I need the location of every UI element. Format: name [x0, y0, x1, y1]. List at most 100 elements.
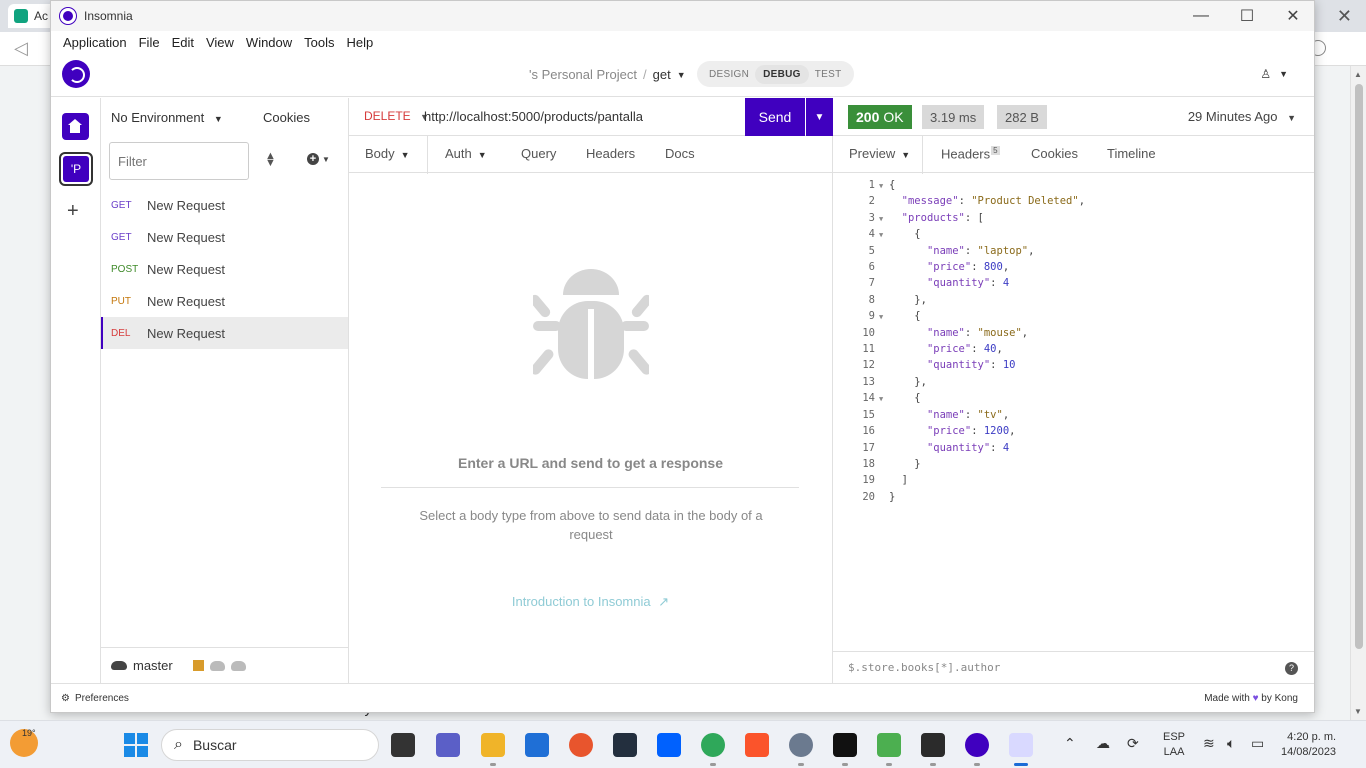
send-button[interactable]: Send — [745, 98, 805, 136]
browser-scrollbar[interactable]: ▲ ▼ — [1350, 66, 1366, 720]
project-badge: 'P — [63, 156, 89, 182]
create-request-button[interactable]: + ▼ — [307, 153, 330, 165]
pycharm-icon[interactable] — [833, 733, 857, 757]
edge-icon[interactable] — [701, 733, 725, 757]
close-window-icon[interactable]: ✕ — [1270, 1, 1314, 31]
language-indicator[interactable]: ESP LAA — [1163, 730, 1185, 760]
bug-icon — [533, 269, 649, 381]
insomnia-icon[interactable] — [965, 733, 989, 757]
chevron-down-icon: ▼ — [400, 150, 410, 160]
chatgpt-icon — [14, 9, 28, 23]
tab-headers[interactable]: Headers — [586, 146, 635, 161]
chevron-up-icon[interactable]: ⌃ — [1064, 735, 1076, 752]
response-json-viewer[interactable]: 1 ▼{ 2 "message": "Product Deleted", 3 ▼ "… — [853, 178, 1085, 506]
start-button[interactable] — [124, 733, 148, 757]
request-method: GET — [111, 231, 132, 243]
tab-preview[interactable]: Preview ▼ — [849, 146, 910, 161]
package-icon[interactable] — [192, 660, 204, 671]
wifi-icon[interactable]: ≋ — [1203, 735, 1215, 752]
cloud-upload-icon[interactable] — [230, 660, 246, 671]
brave-icon[interactable] — [745, 733, 769, 757]
menu-window[interactable]: Window — [240, 35, 298, 50]
mode-debug[interactable]: DEBUG — [755, 64, 809, 84]
cloud-download-icon[interactable] — [209, 660, 225, 671]
list-item[interactable]: PUT New Request — [101, 285, 348, 317]
tab-query[interactable]: Query — [521, 146, 556, 161]
request-list: GET New Request GET New Request POST New… — [101, 189, 348, 349]
tab-timeline[interactable]: Timeline — [1107, 146, 1156, 161]
help-icon[interactable]: ? — [1285, 662, 1298, 675]
url-input[interactable]: http://localhost:5000/products/pantalla — [424, 109, 643, 124]
send-options-button[interactable]: ▼ — [806, 98, 833, 136]
sync-icon[interactable]: ⟳ — [1127, 735, 1139, 752]
filter-input[interactable] — [109, 142, 249, 180]
cookies-button[interactable]: Cookies — [263, 110, 310, 125]
clock[interactable]: 4:20 p. m. 14/08/2023 — [1281, 730, 1336, 760]
mode-design[interactable]: DESIGN — [703, 69, 755, 80]
file-explorer-icon[interactable] — [481, 733, 505, 757]
temperature-label: 19° — [22, 728, 36, 738]
headers-count-badge: 5 — [991, 146, 1000, 155]
preferences-button[interactable]: ⚙ Preferences — [61, 693, 129, 704]
minimize-icon[interactable]: — — [1178, 1, 1224, 31]
home-button[interactable] — [62, 113, 89, 140]
menu-help[interactable]: Help — [341, 35, 380, 50]
terminal-icon[interactable] — [921, 733, 945, 757]
list-item-active[interactable]: DEL New Request — [101, 317, 348, 349]
store-icon[interactable] — [525, 733, 549, 757]
response-history-selector[interactable]: 29 Minutes Ago ▼ — [1188, 109, 1296, 124]
scrollbar-thumb[interactable] — [1355, 84, 1363, 649]
amazon-icon[interactable] — [613, 733, 637, 757]
back-arrow-icon[interactable]: ◁ — [14, 38, 28, 59]
intro-link[interactable]: Introduction to Insomnia ↗ — [349, 594, 832, 610]
mode-switcher: DESIGN DEBUG TEST — [697, 61, 854, 87]
list-item[interactable]: GET New Request — [101, 189, 348, 221]
sort-icon[interactable]: ▲ ▼ — [265, 151, 276, 169]
branch-label[interactable]: master — [133, 658, 173, 673]
mode-test[interactable]: TEST — [809, 69, 848, 80]
menu-edit[interactable]: Edit — [166, 35, 200, 50]
list-item[interactable]: POST New Request — [101, 253, 348, 285]
dropbox-icon[interactable] — [657, 733, 681, 757]
battery-icon[interactable]: ▭ — [1251, 735, 1264, 752]
status-footer: ⚙ Preferences Made with ♥ by Kong — [51, 683, 1314, 712]
snipping-tool-icon[interactable] — [1009, 733, 1033, 757]
browser-tab-label: Ac — [34, 9, 49, 23]
maximize-icon[interactable]: ☐ — [1224, 1, 1270, 31]
account-menu[interactable]: ♙ ▼ — [1260, 67, 1288, 81]
add-icon[interactable]: + — [67, 200, 79, 223]
tab-auth[interactable]: Auth ▼ — [445, 146, 487, 161]
taskbar-search[interactable]: ⌕ Buscar — [161, 729, 379, 761]
firefox-icon[interactable] — [569, 733, 593, 757]
project-button[interactable]: 'P — [59, 152, 93, 186]
menu-tools[interactable]: Tools — [298, 35, 340, 50]
menu-file[interactable]: File — [133, 35, 166, 50]
close-icon[interactable]: ✕ — [1337, 6, 1352, 27]
scroll-down-icon[interactable]: ▼ — [1354, 707, 1362, 716]
tab-docs[interactable]: Docs — [665, 146, 695, 161]
scroll-up-icon[interactable]: ▲ — [1354, 70, 1362, 79]
menu-application[interactable]: Application — [57, 35, 133, 50]
onedrive-icon[interactable]: ☁ — [1096, 735, 1110, 752]
chevron-down-icon[interactable]: ▼ — [677, 70, 686, 80]
insomnia-home-logo-icon[interactable] — [62, 60, 90, 88]
insomnia-logo-icon — [60, 8, 76, 24]
teams-icon[interactable] — [436, 733, 460, 757]
environment-selector[interactable]: No Environment ▼ — [111, 110, 223, 125]
breadcrumb-document[interactable]: get — [653, 67, 671, 82]
response-status-bar: 200 OK 3.19 ms 282 B 29 Minutes Ago ▼ — [833, 98, 1314, 136]
response-filter-input[interactable]: $.store.books[*].author — [848, 661, 1000, 674]
method-selector[interactable]: DELETE ▼ — [364, 109, 429, 123]
settings-icon[interactable] — [789, 733, 813, 757]
tab-body[interactable]: Body ▼ — [365, 146, 410, 161]
task-view-icon[interactable] — [391, 733, 415, 757]
breadcrumb-project[interactable]: 's Personal Project — [529, 67, 637, 82]
list-item[interactable]: GET New Request — [101, 221, 348, 253]
made-with-kong[interactable]: Made with ♥ by Kong — [1204, 693, 1298, 704]
request-name: New Request — [147, 325, 226, 341]
menu-view[interactable]: View — [200, 35, 240, 50]
app-icon[interactable] — [877, 733, 901, 757]
volume-icon[interactable]: 🔈︎ — [1227, 735, 1235, 752]
tab-response-headers[interactable]: Headers 5 — [941, 146, 1000, 161]
tab-response-cookies[interactable]: Cookies — [1031, 146, 1078, 161]
